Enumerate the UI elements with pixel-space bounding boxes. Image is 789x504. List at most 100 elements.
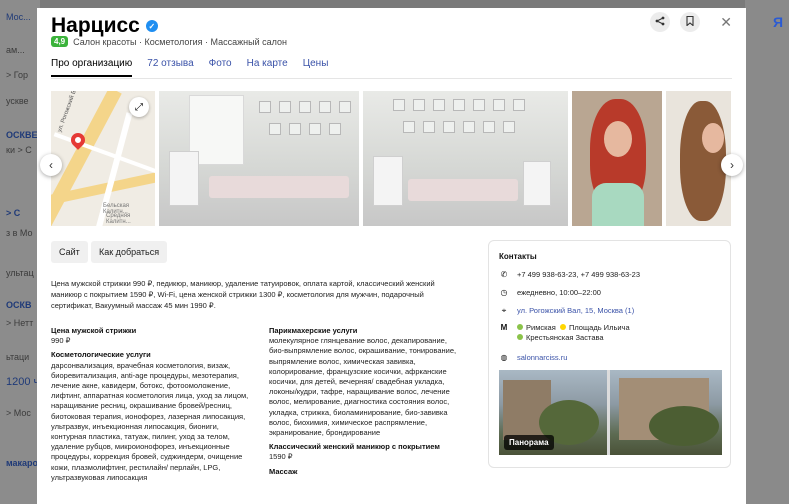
wall-frame [279, 101, 291, 113]
background-right: Я [745, 0, 789, 504]
bg-snippet: ОСКВ [6, 300, 32, 310]
hours-text[interactable]: ежедневно, 10:00–22:00 [517, 288, 601, 298]
verified-icon: ✓ [145, 20, 158, 32]
wall-frame [413, 99, 425, 111]
expand-map-button[interactable]: ⤢ [129, 97, 149, 117]
panorama-label: Панорама [504, 435, 554, 450]
address-link[interactable]: ул. Рогожский Вал, 15, Москва (1) [517, 306, 634, 316]
bg-snippet: ОСКВЕ [6, 130, 38, 140]
metro-icon: M [500, 323, 508, 332]
hair-photo[interactable] [666, 91, 731, 226]
wall-frame [463, 121, 475, 133]
org-categories: Салон красоты · Косметология · Массажный… [73, 36, 287, 47]
bg-snippet: з в Мо [6, 228, 33, 238]
hair-shape [680, 101, 726, 221]
metro-line-dot [559, 324, 566, 330]
bg-snippet: макаро [6, 458, 39, 468]
share-button[interactable] [650, 12, 670, 32]
gallery-prev-button[interactable]: ‹ [40, 154, 62, 176]
bookmark-icon [686, 15, 694, 29]
salon-photo[interactable] [363, 91, 568, 226]
bg-snippet: ки > С [6, 145, 32, 155]
rating-badge[interactable]: 4,9 [51, 36, 69, 47]
bg-snippet: ультац [6, 268, 34, 278]
wall-frame [483, 121, 495, 133]
chevron-left-icon: ‹ [49, 158, 53, 172]
contact-hours: ◷ ежедневно, 10:00–22:00 [499, 288, 601, 298]
wall-frame [269, 123, 281, 135]
wall-frame [259, 101, 271, 113]
gallery-next-button[interactable]: › [721, 154, 743, 176]
bg-snippet: > С [6, 208, 21, 218]
tree-shape [649, 406, 719, 446]
bg-snippet: > Гор [6, 70, 29, 80]
wall-frame [329, 123, 341, 135]
tab-prices[interactable]: Цены [303, 58, 329, 77]
metro-line-dot [517, 324, 523, 330]
phone-numbers[interactable]: +7 499 938-63-23, +7 499 938-63-23 [517, 270, 640, 280]
panorama-preview[interactable]: Панорама [499, 370, 722, 455]
metro-line-dot [517, 334, 523, 340]
contact-address: ⌖ ул. Рогожский Вал, 15, Москва (1) [499, 306, 635, 316]
org-name: Нарцисс [51, 14, 140, 37]
top-shape [592, 183, 644, 226]
metro-station[interactable]: Площадь Ильича [569, 323, 630, 332]
service-title: Цена мужской стрижки [51, 326, 137, 335]
background-search-results: Мос... ам... > Гор ускве ОСКВЕ ки > С > … [0, 0, 40, 504]
device-shape [523, 161, 551, 206]
service-text: дарсонвализация, врачебная косметология,… [51, 360, 249, 482]
couch-shape [209, 176, 349, 198]
service-text: молекулярное глянцевание волос, декапиро… [269, 336, 457, 438]
description: Цена мужской стрижки 990 ₽, педикюр, ман… [51, 279, 435, 310]
tab-map[interactable]: На карте [247, 58, 288, 77]
phone-icon: ✆ [500, 270, 508, 279]
globe-icon: ◍ [500, 353, 508, 362]
site-button[interactable]: Сайт [51, 241, 88, 263]
pole-shape [607, 370, 610, 455]
wall-frame [493, 99, 505, 111]
map-label: Средняя Калитн... [106, 213, 131, 225]
wall-frame [513, 99, 525, 111]
bg-snippet: 1200 ч [6, 376, 40, 388]
metro-station[interactable]: Крестьянская Застава [526, 333, 604, 342]
route-button[interactable]: Как добраться [91, 241, 168, 263]
mini-map[interactable]: ул. Рогожский Вал Бельская Калитн... Сре… [51, 91, 155, 226]
wall-frame [473, 99, 485, 111]
wall-frame [453, 99, 465, 111]
tab-photos[interactable]: Фото [209, 58, 232, 77]
services-right: Парикмахерские услуги молекулярное глянц… [269, 326, 461, 477]
service-title: Классический женский маникюр с покрытием [269, 442, 440, 452]
service-title: Парикмахерские услуги [269, 326, 358, 335]
bg-snippet: ускве [6, 96, 29, 106]
bg-snippet: Мос... [6, 12, 31, 22]
salon-photo[interactable] [159, 91, 359, 226]
contact-metro: M Римская Площадь Ильича Крестьянская За… [499, 323, 630, 343]
bookmark-button[interactable] [680, 12, 700, 32]
tab-about[interactable]: Про организацию [51, 58, 133, 77]
service-text: 990 ₽ [51, 336, 71, 346]
close-icon: ✕ [720, 14, 732, 30]
wall-frame [309, 123, 321, 135]
face-shape [702, 123, 724, 153]
wall-frame [443, 121, 455, 133]
hair-photo[interactable] [572, 91, 662, 226]
tab-divider [51, 78, 732, 79]
wall-frame [299, 101, 311, 113]
website-link[interactable]: salonnarciss.ru [517, 353, 567, 363]
wall-frame [319, 101, 331, 113]
bg-snippet: ьтаци [6, 352, 30, 362]
wall-frame [289, 123, 301, 135]
chevron-right-icon: › [730, 158, 734, 172]
bg-snippet: > Мос [6, 408, 31, 418]
tab-reviews[interactable]: 72 отзыва [147, 58, 193, 77]
metro-stations: Римская Площадь Ильича Крестьянская Заст… [517, 323, 630, 343]
close-button[interactable]: ✕ [720, 14, 732, 31]
contacts-panel: Контакты ✆ +7 499 938-63-23, +7 499 938-… [488, 240, 731, 468]
clock-icon: ◷ [500, 288, 508, 297]
org-title: Нарцисс ✓ [51, 14, 158, 38]
map-street-label: ул. Рогожский Вал [57, 91, 81, 134]
metro-station[interactable]: Римская [526, 323, 556, 332]
services-left: Цена мужской стрижки 990 ₽ Косметологиче… [51, 326, 251, 487]
org-meta: 4,9 Салон красоты · Косметология · Масса… [51, 36, 287, 47]
service-title: Косметологические услуги [51, 350, 151, 360]
